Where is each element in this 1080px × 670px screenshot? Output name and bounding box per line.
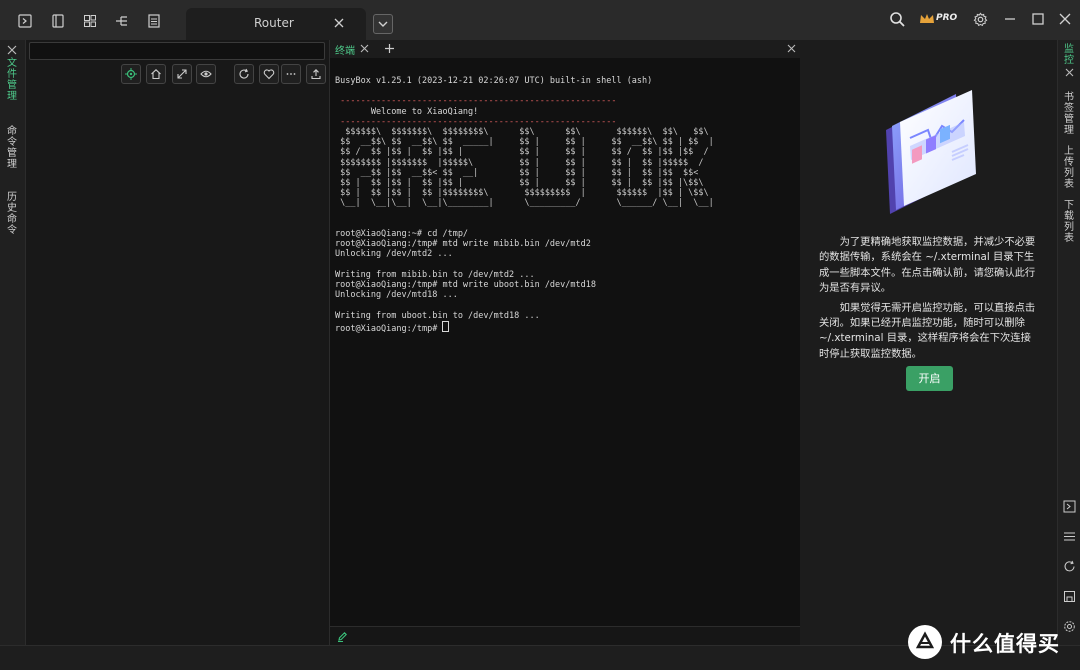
ascii-art-line: \__| \__|\__| \__|\________| \_________/… [335,198,714,209]
locate-icon[interactable] [121,64,141,84]
sidebar-item-bookmarks[interactable]: 书签管理 [1064,92,1076,136]
tree-icon[interactable] [114,13,130,29]
maximize-icon[interactable] [1031,12,1045,26]
file-panel [26,40,330,645]
monitor-paragraph: 为了更精确地获取监控数据，并减少不必要的数据传输，系统会在 ~/.xtermin… [819,236,1036,295]
terminal-icon[interactable] [17,13,33,29]
ascii-art-line: $$ __$$ |$$ __$$< $$ __| $$ | $$ | $$ | … [335,167,699,178]
eye-icon[interactable] [196,64,216,84]
tab-title: Router [254,16,294,30]
terminal-status-bar [330,626,800,646]
path-input[interactable] [29,42,325,60]
welcome-line: Welcome to XiaoQiang! [335,106,479,117]
enable-button[interactable]: 开启 [906,366,953,391]
edit-icon[interactable] [337,631,348,642]
close-terminal-tab-icon[interactable] [360,44,369,53]
chevron-down-icon [378,21,388,27]
heart-icon[interactable] [259,64,279,84]
minimize-icon[interactable] [1003,12,1017,26]
pro-badge[interactable]: PRO [918,11,960,27]
terminal-prompt-line: root@XiaoQiang:/tmp# [335,323,443,334]
terminal-line: root@XiaoQiang:/tmp# mtd write mibib.bin… [335,239,591,250]
sidebar-item-upload-list[interactable]: 上传列表 [1064,146,1076,190]
pro-label: PRO [936,13,958,23]
list-icon[interactable] [1063,530,1076,543]
crown-icon [920,14,934,23]
ascii-art-line: $$$$$$$$ |$$$$$$$ |$$$$$\ $$ | $$ | $$ |… [335,157,704,168]
ascii-art-line: $$ / $$ |$$ | $$ |$$ | $$ | $$ | $$ / $$… [335,147,709,158]
home-icon[interactable] [146,64,166,84]
ascii-art-line: $$ | $$ |$$ | $$ |$$ | $$ | $$ | $$ | $$… [335,178,704,189]
grid-icon[interactable] [82,13,98,29]
search-icon[interactable] [889,11,906,28]
more-icon[interactable] [281,64,301,84]
left-sidebar: 文件管理 命令管理 历史命令 [0,40,26,645]
list-icon[interactable] [146,13,162,29]
collapse-icon[interactable] [172,64,192,84]
terminal-icon[interactable] [1063,500,1076,513]
add-tab-icon[interactable] [384,43,395,54]
close-monitor-icon[interactable] [1065,68,1074,77]
book-icon[interactable] [50,13,66,29]
tab-dropdown-button[interactable] [373,14,393,34]
save-icon[interactable] [1063,590,1076,603]
sidebar-item-monitor[interactable]: 监控 [1064,44,1076,66]
busybox-line: BusyBox v1.25.1 (2023-12-21 02:26:07 UTC… [335,76,653,86]
ascii-art-line: $$ __$$\ $$ __$$\ $$ _____| $$ | $$ | $$… [335,137,714,148]
right-sidebar: 监控 书签管理 上传列表 下载列表 [1057,40,1080,645]
tab-router[interactable]: Router [186,8,366,40]
ascii-art-line: $$ | $$ |$$ | $$ |$$$$$$$$\ $$$$$$$$$ | … [335,188,709,199]
welcome-rule-top: ----------------------------------------… [335,96,617,107]
monitor-description: 为了更精确地获取监控数据，并减少不必要的数据传输，系统会在 ~/.xtermin… [819,235,1041,366]
ascii-art-line: $$$$$$\ $$$$$$$\ $$$$$$$$\ $$\ $$\ $$$$$… [335,127,709,138]
terminal-line: root@XiaoQiang:~# cd /tmp/ [335,229,469,240]
terminal-line: root@XiaoQiang:/tmp# mtd write uboot.bin… [335,280,596,291]
settings-icon[interactable] [1063,620,1076,633]
terminal-output[interactable]: BusyBox v1.25.1 (2023-12-21 02:26:07 UTC… [330,58,800,626]
terminal-line: Writing from uboot.bin to /dev/mtd18 ... [335,310,540,321]
tab-terminal[interactable]: 终端 [335,42,355,57]
monitor-panel: 为了更精确地获取监控数据，并减少不必要的数据传输，系统会在 ~/.xtermin… [800,40,1057,645]
terminal-text: BusyBox v1.25.1 (2023-12-21 02:26:07 UTC… [335,76,714,334]
terminal-cursor [442,320,450,332]
sidebar-item-file-manager[interactable]: 文件管理 [7,58,19,102]
title-bar: Router PRO [0,0,1080,40]
terminal-line: Unlocking /dev/mtd2 ... [335,249,453,260]
sidebar-item-command-manager[interactable]: 命令管理 [7,126,19,170]
close-panel-icon[interactable] [7,45,17,55]
welcome-rule-bottom: ----------------------------------------… [335,116,617,127]
monitor-illustration [880,90,980,220]
close-terminal-panel-icon[interactable] [787,44,796,53]
watermark-logo [908,625,942,659]
terminal-line: Writing from mibib.bin to /dev/mtd2 ... [335,269,535,280]
close-icon[interactable] [1058,12,1072,26]
settings-icon[interactable] [973,12,988,27]
refresh-icon[interactable] [1063,560,1076,573]
sidebar-item-history[interactable]: 历史命令 [7,192,19,236]
monitor-paragraph: 如果觉得无需开启监控功能，可以直接点击关闭。如果已经开启监控功能，随时可以删除 … [819,301,1036,360]
terminal-tab-bar: 终端 [330,40,800,59]
terminal-line: Unlocking /dev/mtd18 ... [335,290,458,301]
watermark-text: 什么值得买 [950,632,1060,656]
upload-icon[interactable] [306,64,326,84]
refresh-icon[interactable] [234,64,254,84]
close-tab-icon[interactable] [333,17,345,29]
sidebar-item-download-list[interactable]: 下载列表 [1064,200,1076,244]
